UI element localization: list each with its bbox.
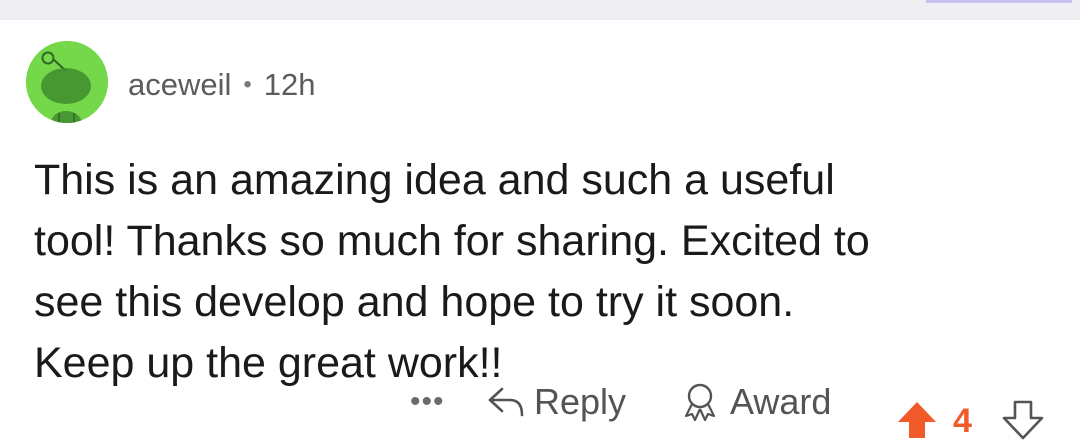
username[interactable]: aceweil — [128, 67, 231, 103]
downvote-arrow-icon[interactable] — [1002, 400, 1044, 440]
comment: aceweil • 12h This is an amazing idea an… — [0, 20, 1080, 440]
snoo-avatar-icon — [26, 41, 108, 123]
more-options-label: ••• — [410, 385, 445, 418]
award-label: Award — [730, 381, 832, 422]
more-options-button[interactable]: ••• — [410, 380, 445, 424]
timestamp: 12h — [263, 67, 316, 102]
reply-button[interactable]: Reply — [486, 380, 626, 424]
vote-count: 4 — [953, 402, 972, 440]
comment-body: This is an amazing idea and such a usefu… — [34, 156, 870, 387]
award-button[interactable]: Award — [678, 380, 831, 424]
meta-separator: • — [243, 71, 252, 98]
avatar[interactable] — [26, 41, 108, 123]
reply-label: Reply — [534, 381, 627, 422]
top-strip-highlight — [926, 0, 1072, 3]
upvote-arrow-icon[interactable] — [896, 400, 938, 440]
award-icon — [684, 383, 716, 422]
top-divider-strip — [0, 0, 1080, 20]
comment-header: aceweil • 12h — [128, 65, 316, 105]
reply-arrow-icon — [488, 387, 524, 417]
